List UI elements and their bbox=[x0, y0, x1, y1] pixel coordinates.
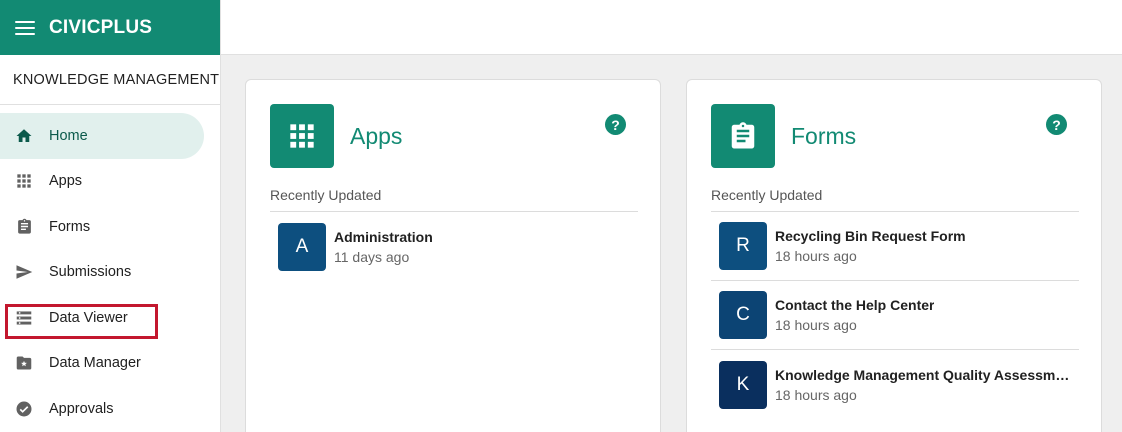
sidebar-item-submissions[interactable]: Submissions bbox=[0, 250, 220, 296]
recent-forms-list: R Recycling Bin Request Form 18 hours ag… bbox=[711, 211, 1079, 419]
clipboard-icon bbox=[14, 217, 34, 237]
item-timestamp: 18 hours ago bbox=[775, 248, 857, 264]
section-switcher-label: KNOWLEDGE MANAGEMENT bbox=[13, 71, 220, 88]
item-timestamp: 11 days ago bbox=[334, 248, 410, 265]
avatar: R bbox=[719, 222, 767, 270]
knowledge-management-switcher[interactable]: KNOWLEDGE MANAGEMENT ❯ bbox=[0, 55, 220, 105]
apps-grid-icon bbox=[270, 104, 334, 168]
check-circle-icon bbox=[14, 399, 34, 419]
forms-card: Forms ? Recently Updated R Recycling Bin… bbox=[686, 79, 1102, 432]
item-title: Administration bbox=[334, 228, 433, 245]
sidebar-item-approvals[interactable]: Approvals bbox=[0, 386, 220, 432]
table-rows-icon bbox=[14, 308, 34, 328]
sidebar-item-home[interactable]: Home bbox=[0, 113, 204, 159]
item-timestamp: 18 hours ago bbox=[775, 317, 857, 333]
avatar: K bbox=[719, 360, 767, 409]
sidebar-item-label: Forms bbox=[49, 218, 91, 235]
send-icon bbox=[14, 262, 34, 282]
item-title: Contact the Help Center bbox=[775, 297, 935, 313]
apps-card-title: Apps bbox=[350, 122, 403, 149]
apps-card-header[interactable]: Apps bbox=[270, 104, 402, 168]
folder-star-icon bbox=[14, 353, 34, 373]
list-item[interactable]: A Administration 11 days ago bbox=[270, 212, 638, 281]
list-item[interactable]: R Recycling Bin Request Form 18 hours ag… bbox=[711, 212, 1079, 281]
hamburger-menu-icon[interactable] bbox=[14, 19, 36, 37]
sidebar-item-label: Approvals bbox=[49, 400, 114, 417]
avatar: A bbox=[278, 222, 326, 271]
list-item[interactable]: K Knowledge Management Quality Assessmen… bbox=[711, 350, 1079, 419]
sidebar-item-label: Data Viewer bbox=[49, 309, 128, 326]
apps-grid-icon bbox=[14, 171, 34, 191]
home-icon bbox=[14, 126, 34, 146]
sidebar-item-data-manager[interactable]: Data Manager bbox=[0, 341, 220, 387]
recently-updated-label: Recently Updated bbox=[270, 187, 382, 203]
recently-updated-label: Recently Updated bbox=[711, 187, 823, 203]
top-bar bbox=[221, 0, 1122, 55]
brand-logo-text: CIVICPLUS bbox=[49, 16, 153, 38]
sidebar-item-label: Home bbox=[49, 127, 88, 144]
sidebar-item-data-viewer[interactable]: Data Viewer bbox=[0, 295, 220, 341]
item-title: Recycling Bin Request Form bbox=[775, 228, 966, 244]
item-timestamp: 18 hours ago bbox=[775, 386, 857, 403]
sidebar-item-apps[interactable]: Apps bbox=[0, 159, 220, 205]
sidebar-item-label: Submissions bbox=[49, 264, 132, 281]
sidebar-item-forms[interactable]: Forms bbox=[0, 204, 220, 250]
item-title: Knowledge Management Quality Assessment … bbox=[775, 366, 1071, 383]
clipboard-icon bbox=[711, 104, 775, 168]
sidebar-item-label: Data Manager bbox=[49, 355, 141, 372]
help-icon[interactable]: ? bbox=[1046, 114, 1067, 135]
avatar: C bbox=[719, 291, 767, 339]
sidebar: CIVICPLUS KNOWLEDGE MANAGEMENT ❯ Home Ap… bbox=[0, 0, 221, 432]
forms-card-header[interactable]: Forms bbox=[711, 104, 856, 168]
sidebar-nav: Home Apps Forms Submissions Data Viewer bbox=[0, 105, 220, 432]
list-item[interactable]: C Contact the Help Center 18 hours ago bbox=[711, 281, 1079, 350]
brand-bar: CIVICPLUS bbox=[0, 0, 220, 55]
sidebar-item-label: Apps bbox=[49, 173, 83, 190]
recent-apps-list: A Administration 11 days ago bbox=[270, 211, 638, 281]
forms-card-title: Forms bbox=[791, 122, 857, 149]
apps-card: Apps ? Recently Updated A Administration… bbox=[245, 79, 661, 432]
help-icon[interactable]: ? bbox=[605, 114, 626, 135]
